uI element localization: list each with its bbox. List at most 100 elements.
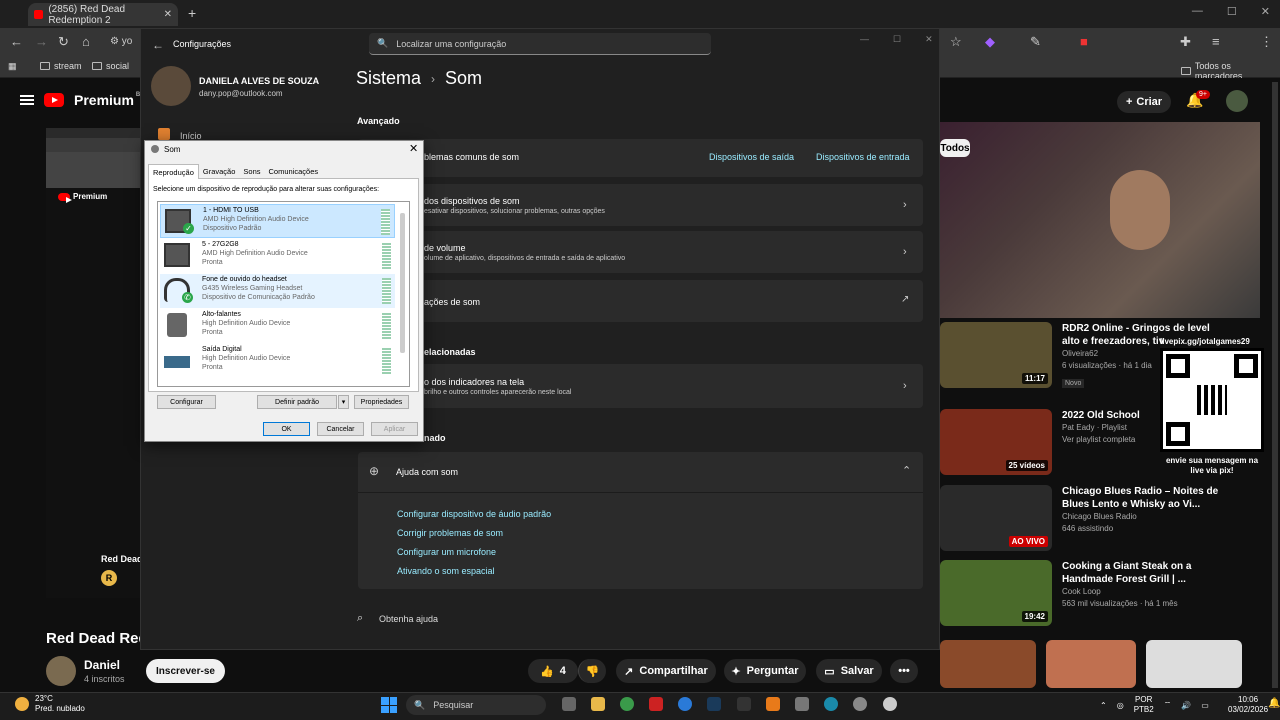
- forward-icon[interactable]: →: [35, 34, 48, 49]
- filter-chip-todos[interactable]: Todos: [940, 139, 970, 157]
- set-default-dropdown-icon[interactable]: ▾: [338, 395, 349, 409]
- input-devices-link[interactable]: Dispositivos de entrada: [816, 152, 910, 162]
- menu-dots-icon[interactable]: ⋮: [1260, 34, 1273, 50]
- recommendation-item[interactable]: AO VIVO Chicago Blues Radio – Noites de …: [940, 485, 1270, 551]
- like-button[interactable]: 👍 4: [528, 659, 578, 683]
- tray-overflow-icon[interactable]: ⌃: [1100, 701, 1107, 710]
- video-thumbnail[interactable]: 11:17: [940, 322, 1052, 388]
- settings-back-icon[interactable]: ←: [152, 38, 164, 52]
- close-window-icon[interactable]: ✕: [1261, 5, 1270, 18]
- wifi-icon[interactable]: ⌔: [1164, 700, 1172, 710]
- weather-widget[interactable]: 23°C Pred. nublado: [15, 694, 85, 714]
- app-white-icon[interactable]: [883, 697, 897, 711]
- reading-list-icon[interactable]: ≡: [1212, 34, 1220, 49]
- device-list-scrollbar[interactable]: [400, 213, 405, 353]
- get-help-link[interactable]: Obtenha ajuda: [379, 614, 438, 624]
- extension-red-icon[interactable]: ■: [1080, 34, 1088, 49]
- file-explorer-icon[interactable]: [591, 697, 605, 711]
- properties-button[interactable]: Propriedades: [354, 395, 409, 409]
- ask-button[interactable]: ✦ Perguntar: [724, 659, 806, 683]
- device-item[interactable]: Saída Digital High Definition Audio Devi…: [160, 344, 395, 378]
- close-icon[interactable]: ✕: [925, 34, 933, 45]
- app-gray-icon[interactable]: [795, 697, 809, 711]
- subscribe-button[interactable]: Inscrever-se: [146, 659, 225, 683]
- chrome-icon[interactable]: [620, 697, 634, 711]
- video-thumbnail[interactable]: [1046, 640, 1136, 688]
- cancel-button[interactable]: Cancelar: [317, 422, 364, 436]
- tab-recording[interactable]: Gravação: [199, 164, 240, 179]
- browser-tab[interactable]: (2856) Red Dead Redemption 2 ✕: [28, 3, 178, 26]
- extensions-puzzle-icon[interactable]: ✚: [1180, 34, 1191, 50]
- more-actions-button[interactable]: •••: [890, 659, 918, 683]
- battery-icon[interactable]: ▭: [1201, 701, 1209, 710]
- settings-gear-icon[interactable]: [853, 697, 867, 711]
- share-button[interactable]: ↗ Compartilhar: [616, 659, 716, 683]
- tab-playback[interactable]: Reprodução: [148, 164, 199, 179]
- device-item[interactable]: ✓ 1 - HDMI TO USB AMD High Definition Au…: [160, 204, 395, 238]
- ok-button[interactable]: OK: [263, 422, 310, 436]
- steam-icon[interactable]: [707, 697, 721, 711]
- help-link[interactable]: Ativando o som espacial: [397, 566, 495, 576]
- video-thumbnail[interactable]: AO VIVO: [940, 485, 1052, 551]
- dislike-button[interactable]: 👎: [578, 659, 606, 683]
- reload-icon[interactable]: ↻: [58, 34, 69, 50]
- help-link[interactable]: Configurar um microfone: [397, 547, 496, 557]
- home-icon[interactable]: ⌂: [82, 34, 90, 49]
- bookmark-folder-social[interactable]: social: [92, 61, 129, 71]
- task-view-icon[interactable]: [562, 697, 576, 711]
- chevron-up-icon[interactable]: ⌃: [902, 464, 1268, 477]
- back-icon[interactable]: ←: [10, 34, 23, 49]
- star-icon[interactable]: ☆: [950, 34, 962, 50]
- output-devices-link[interactable]: Dispositivos de saída: [709, 152, 794, 162]
- app-blue-icon[interactable]: [678, 697, 692, 711]
- apps-grid-icon[interactable]: ▦: [8, 61, 17, 72]
- recommendation-item[interactable]: 19:42 Cooking a Giant Steak on a Handmad…: [940, 560, 1270, 626]
- maximize-icon[interactable]: ☐: [1227, 5, 1237, 18]
- video-thumbnail[interactable]: [940, 640, 1036, 688]
- maximize-icon[interactable]: ☐: [893, 34, 901, 45]
- device-item[interactable]: Alto-falantes High Definition Audio Devi…: [160, 309, 395, 343]
- save-button[interactable]: ▭ Salvar: [816, 659, 882, 683]
- notification-center-icon[interactable]: 🔔: [1268, 698, 1280, 709]
- channel-name[interactable]: Daniel: [84, 658, 120, 672]
- close-tab-icon[interactable]: ✕: [164, 9, 172, 20]
- tab-sounds[interactable]: Sons: [239, 164, 264, 179]
- page-scrollbar[interactable]: [1272, 82, 1278, 688]
- volume-icon[interactable]: 🔊: [1181, 701, 1191, 710]
- app-orange-icon[interactable]: [766, 697, 780, 711]
- apply-button[interactable]: Aplicar: [371, 422, 418, 436]
- extension-pen-icon[interactable]: ✎: [1030, 34, 1041, 50]
- help-title[interactable]: Ajuda com som: [396, 467, 458, 477]
- device-item[interactable]: ✆ Fone de ouvido do headset G435 Wireles…: [160, 274, 395, 308]
- youtube-logo-icon[interactable]: [44, 93, 64, 107]
- device-item[interactable]: 5 - 27G2G8 AMD High Definition Audio Dev…: [160, 239, 395, 273]
- settings-search-input[interactable]: 🔍 Localizar uma configuração: [369, 33, 711, 55]
- hamburger-menu-icon[interactable]: [20, 95, 34, 105]
- extension-icon[interactable]: ◆: [985, 34, 995, 50]
- minimize-icon[interactable]: —: [860, 34, 869, 45]
- app-cyan-icon[interactable]: [824, 697, 838, 711]
- app-red-icon[interactable]: [649, 697, 663, 711]
- tab-communications[interactable]: Comunicações: [265, 164, 323, 179]
- create-button[interactable]: + Criar: [1117, 91, 1171, 113]
- epic-games-icon[interactable]: [737, 697, 751, 711]
- taskbar-search[interactable]: 🔍 Pesquisar: [406, 695, 546, 715]
- minimize-icon[interactable]: —: [1192, 5, 1203, 18]
- bookmark-folder-stream[interactable]: stream: [40, 61, 82, 71]
- video-thumbnail[interactable]: 19:42: [940, 560, 1052, 626]
- clock[interactable]: 10:06 03/02/2026: [1228, 695, 1268, 715]
- address-bar[interactable]: ⚙ yo: [110, 36, 132, 47]
- configure-button[interactable]: Configurar: [157, 395, 216, 409]
- help-link[interactable]: Configurar dispositivo de áudio padrão: [397, 509, 551, 519]
- set-default-button[interactable]: Definir padrão: [257, 395, 337, 409]
- new-tab-icon[interactable]: +: [188, 5, 196, 21]
- channel-avatar[interactable]: [46, 656, 76, 686]
- start-button-icon[interactable]: [381, 697, 397, 713]
- dialog-close-icon[interactable]: ✕: [409, 142, 418, 155]
- help-link[interactable]: Corrigir problemas de som: [397, 528, 503, 538]
- network-icon[interactable]: ◎: [1117, 701, 1124, 710]
- recommendation-item[interactable]: [940, 640, 1270, 688]
- breadcrumb-parent[interactable]: Sistema: [356, 68, 421, 89]
- account-avatar[interactable]: [1226, 90, 1248, 112]
- language-indicator[interactable]: POR PTB2: [1134, 695, 1154, 715]
